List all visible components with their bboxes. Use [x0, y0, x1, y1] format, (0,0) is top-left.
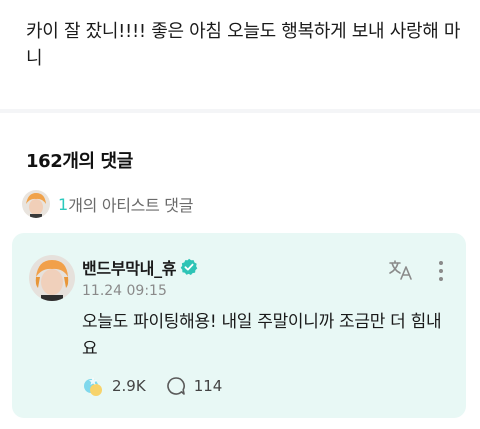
comment-actions: 2.9K 114: [82, 375, 222, 397]
section-divider: [0, 109, 480, 113]
cheer-count: 2.9K: [112, 377, 146, 395]
translate-icon[interactable]: [388, 259, 414, 281]
artist-comment-card: 밴드부막내_휴 11.24 09:15 오늘도 파이팅해용! 내일 주말이니까 …: [12, 233, 466, 418]
more-vertical-icon[interactable]: [436, 259, 446, 283]
post-body-text: 카이 잘 잤니!!!! 좋은 아침 오늘도 행복하게 보내 사랑해 마니: [26, 21, 461, 69]
artist-comment-count: 1: [58, 194, 69, 214]
cheer-icon[interactable]: [82, 375, 104, 397]
artist-comment-label: 개의 아티스트 댓글: [68, 196, 194, 215]
comment-author[interactable]: 밴드부막내_휴: [82, 255, 198, 279]
author-name: 밴드부막내_휴: [82, 259, 177, 278]
artist-comments-filter[interactable]: 1 개의 아티스트 댓글: [22, 189, 193, 219]
comment-bubble-icon[interactable]: [166, 376, 186, 396]
comment-count-heading: 162개의 댓글: [26, 151, 133, 172]
artist-avatar-small: [22, 190, 50, 218]
avatar[interactable]: [29, 255, 75, 301]
comment-body-text: 오늘도 파이팅해용! 내일 주말이니까 조금만 더 힘내요: [82, 312, 442, 359]
reply-count: 114: [193, 377, 223, 395]
comment-timestamp: 11.24 09:15: [82, 283, 167, 299]
verified-check-icon: [180, 258, 198, 275]
